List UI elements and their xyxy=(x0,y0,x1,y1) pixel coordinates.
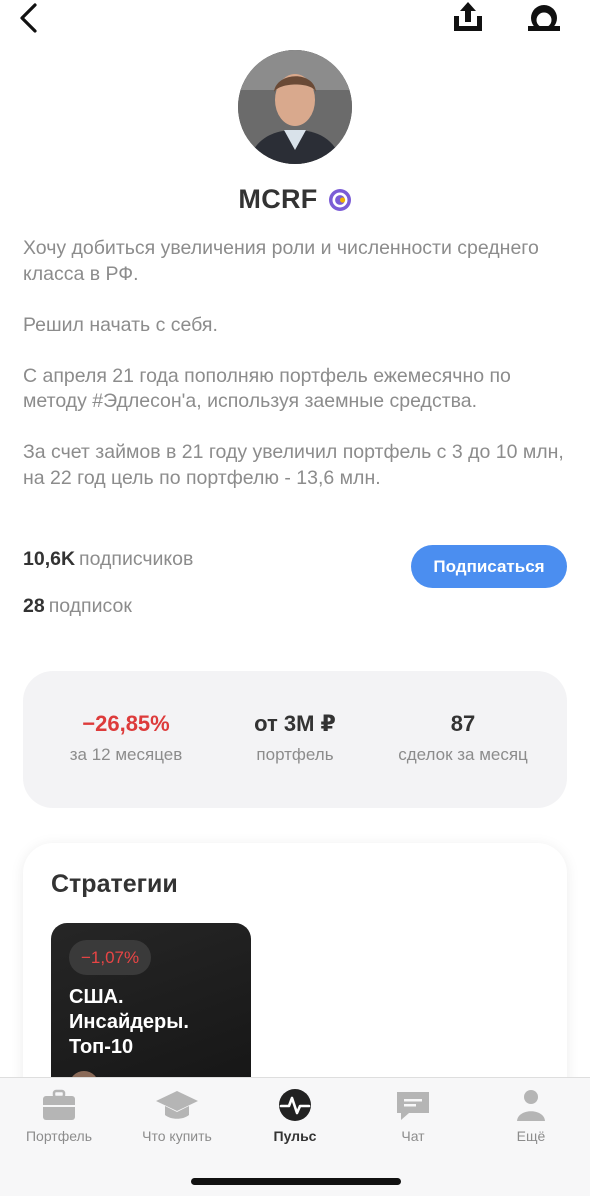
stat-deals: 87 сделок за месяц xyxy=(383,711,543,765)
tab-chat[interactable]: Чат xyxy=(354,1088,472,1144)
back-button[interactable] xyxy=(14,2,46,34)
following-link[interactable]: 28 подписок xyxy=(23,595,132,618)
chevron-left-icon xyxy=(20,3,37,33)
following-count: 28 xyxy=(23,595,45,617)
followers-label: подписчиков xyxy=(79,548,194,570)
profile-name: MCRF xyxy=(238,184,318,214)
dots-icon xyxy=(528,5,560,31)
stat-deals-value: 87 xyxy=(450,711,476,736)
stat-yield-value: −26,85% xyxy=(82,711,170,736)
followers-count: 10,6K xyxy=(23,548,76,570)
verified-badge-icon xyxy=(328,188,351,211)
stat-deals-label: сделок за месяц xyxy=(398,745,528,764)
tab-label: Что купить xyxy=(142,1128,212,1144)
following-label: подписок xyxy=(48,595,132,617)
subscribe-button[interactable]: Подписаться xyxy=(411,545,567,588)
bio-paragraph: Хочу добиться увеличения роли и численно… xyxy=(23,237,539,285)
profile-bio: Хочу добиться увеличения роли и численно… xyxy=(23,236,568,491)
strategy-title: США. Инсайдеры. Топ-10 xyxy=(69,986,189,1058)
tab-label: Пульс xyxy=(273,1128,317,1144)
followers-link[interactable]: 10,6K подписчиков xyxy=(23,548,193,571)
bio-paragraph: За счет займов в 21 году увеличил портфе… xyxy=(23,441,564,489)
stats-panel: −26,85% за 12 месяцев от 3M ₽ портфель 8… xyxy=(23,671,567,808)
bio-paragraph: Решил начать с себя. xyxy=(23,313,218,336)
tab-label: Ещё xyxy=(516,1128,546,1144)
stat-yield-label: за 12 месяцев xyxy=(69,745,183,764)
tab-label: Портфель xyxy=(25,1128,93,1144)
tab-label: Чат xyxy=(401,1128,425,1144)
bio-paragraph: С апреля 21 года пополняю портфель ежеме… xyxy=(23,364,511,413)
tab-pulse[interactable]: Пульс xyxy=(236,1088,354,1144)
stat-yield: −26,85% за 12 месяцев xyxy=(53,711,199,765)
stat-portfolio-label: портфель xyxy=(256,745,334,764)
graduation-cap-icon xyxy=(156,1091,198,1119)
strategy-change-badge: −1,07% xyxy=(69,940,152,975)
share-icon xyxy=(454,2,482,31)
avatar xyxy=(238,50,352,164)
tab-what-to-buy[interactable]: Что купить xyxy=(118,1088,236,1144)
pulse-icon xyxy=(279,1089,311,1121)
more-icon xyxy=(517,1090,545,1121)
chat-icon xyxy=(397,1092,429,1120)
profile-menu-button[interactable] xyxy=(526,2,562,34)
share-button[interactable] xyxy=(450,0,486,34)
top-bar xyxy=(0,0,590,40)
tab-more[interactable]: Ещё xyxy=(472,1088,590,1144)
stat-portfolio: от 3M ₽ портфель xyxy=(229,711,361,765)
strategies-title: Стратегии xyxy=(51,870,178,898)
tab-portfolio[interactable]: Портфель xyxy=(0,1088,118,1144)
briefcase-icon xyxy=(43,1089,75,1120)
avatar-photo xyxy=(238,50,352,164)
home-indicator xyxy=(191,1178,401,1185)
name-row: MCRF xyxy=(0,184,590,215)
stat-portfolio-value: от 3M ₽ xyxy=(254,711,336,736)
